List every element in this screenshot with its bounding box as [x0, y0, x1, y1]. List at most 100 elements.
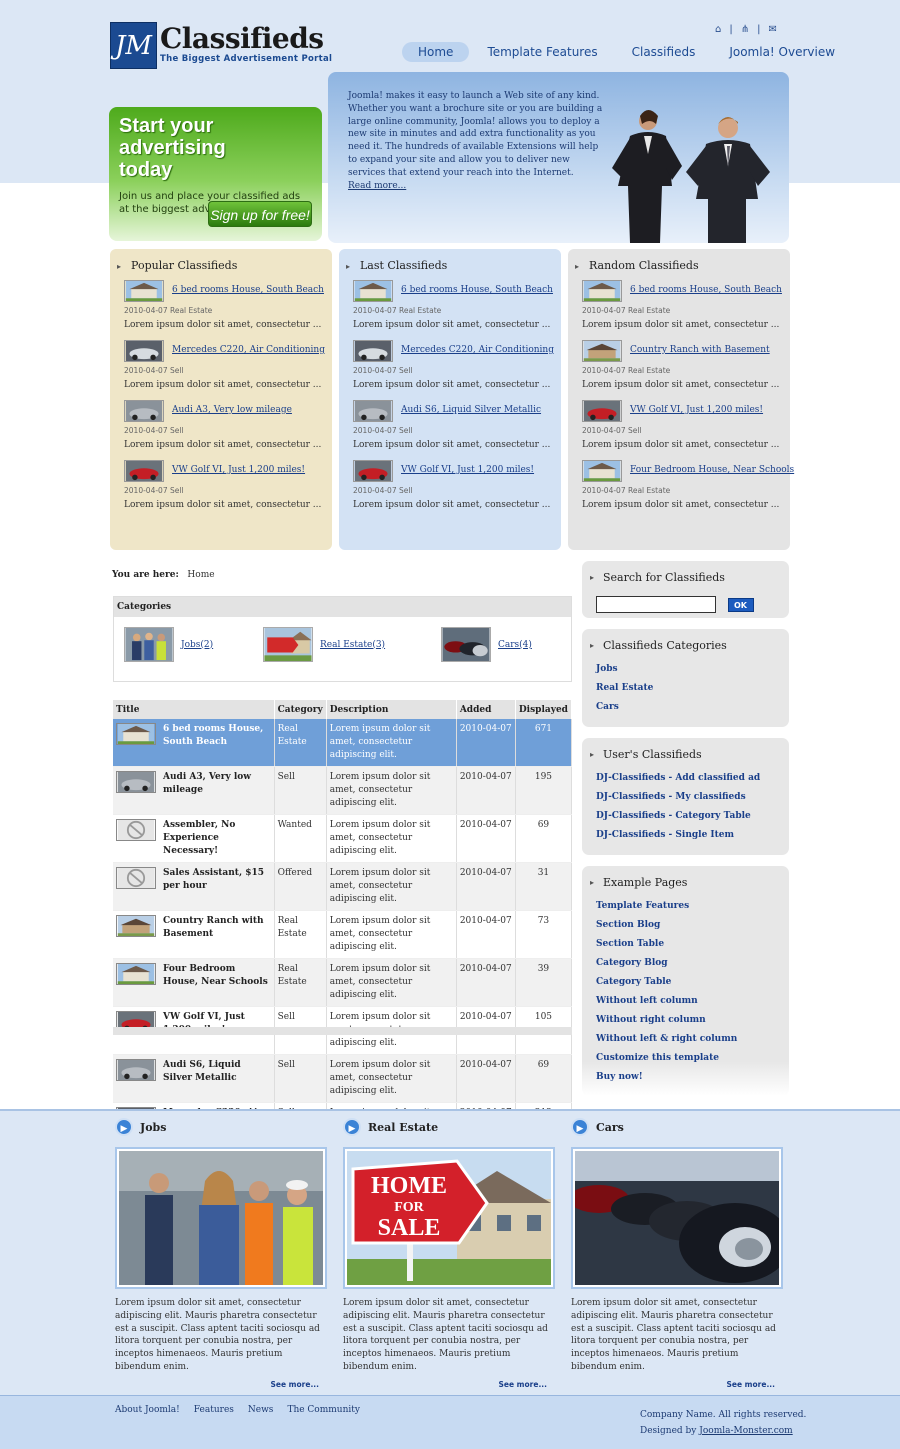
- read-more-link[interactable]: Read more...: [348, 181, 406, 191]
- real-estate-see-more-link[interactable]: See more...: [343, 1380, 555, 1389]
- row-category: Real Estate: [274, 958, 327, 1007]
- row-title[interactable]: Assembler, No Experience Necessary!: [163, 819, 271, 858]
- classified-item: Mercedes C220, Air Conditioning 2010-04-0…: [124, 340, 325, 400]
- sidebar-example-link[interactable]: Without right column: [596, 1015, 775, 1034]
- car-red-thumbnail[interactable]: [124, 460, 164, 482]
- category-real-estate[interactable]: Real Estate(3): [263, 627, 385, 662]
- category-jobs-link[interactable]: Jobs(2): [181, 640, 213, 650]
- car-grey-thumbnail[interactable]: [124, 400, 164, 422]
- col-category[interactable]: Category: [274, 700, 327, 719]
- nav-template-features[interactable]: Template Features: [471, 42, 613, 62]
- table-row[interactable]: Sales Assistant, $15 per hour Offered Lore…: [113, 862, 573, 911]
- none-thumbnail[interactable]: [116, 867, 156, 889]
- sidebar-example-link[interactable]: Section Blog: [596, 920, 775, 939]
- sidebar-user-link[interactable]: DJ-Classifieds - My classifieds: [596, 792, 775, 811]
- ranch-thumbnail[interactable]: [582, 340, 622, 362]
- home-icon[interactable]: ⌂: [715, 24, 721, 35]
- classified-link[interactable]: Audi S6, Liquid Silver Metallic: [401, 405, 541, 415]
- sidebar-example-link[interactable]: Buy now!: [596, 1072, 775, 1091]
- sidebar-user-link[interactable]: DJ-Classifieds - Category Table: [596, 811, 775, 830]
- table-row[interactable]: 6 bed rooms House, South Beach Real Estat…: [113, 719, 573, 767]
- classifieds-categories-heading: Classifieds Categories: [590, 639, 775, 652]
- category-cars-link[interactable]: Cars(4): [498, 640, 532, 650]
- col-description[interactable]: Description: [326, 700, 457, 719]
- table-row[interactable]: Audi S6, Liquid Silver Metallic Sell Lorem…: [113, 1054, 573, 1103]
- footer-link-features[interactable]: Features: [194, 1405, 234, 1415]
- sidebar-example-link[interactable]: Section Table: [596, 939, 775, 958]
- car-silver-thumbnail[interactable]: [124, 340, 164, 362]
- jobs-see-more-link[interactable]: See more...: [115, 1380, 327, 1389]
- sidebar-category-link[interactable]: Cars: [596, 702, 775, 721]
- search-input[interactable]: [596, 596, 716, 613]
- col-title[interactable]: Title: [113, 700, 275, 719]
- nav-classifieds[interactable]: Classifieds: [616, 42, 712, 62]
- car-red-thumbnail[interactable]: [353, 460, 393, 482]
- car-grey-thumbnail[interactable]: [116, 1059, 156, 1081]
- ranch-thumbnail[interactable]: [116, 915, 156, 937]
- none-thumbnail[interactable]: [116, 819, 156, 841]
- category-jobs[interactable]: Jobs(2): [124, 627, 213, 662]
- house-thumbnail[interactable]: [116, 723, 156, 745]
- classified-link[interactable]: VW Golf VI, Just 1,200 miles!: [630, 405, 763, 415]
- sidebar-category-link[interactable]: Real Estate: [596, 683, 775, 702]
- sidebar-example-link[interactable]: Template Features: [596, 901, 775, 920]
- col-added[interactable]: Added: [456, 700, 516, 719]
- designer-link[interactable]: Joomla-Monster.com: [699, 1426, 792, 1436]
- sidebar-example-link[interactable]: Customize this template: [596, 1053, 775, 1072]
- house-thumbnail[interactable]: [124, 280, 164, 302]
- classified-link[interactable]: 6 bed rooms House, South Beach: [401, 285, 553, 295]
- classified-link[interactable]: 6 bed rooms House, South Beach: [172, 285, 324, 295]
- house-thumbnail[interactable]: [582, 460, 622, 482]
- nav-joomla-overview[interactable]: Joomla! Overview: [713, 42, 851, 62]
- classified-link[interactable]: 6 bed rooms House, South Beach: [630, 285, 782, 295]
- sidebar-category-link[interactable]: Jobs: [596, 664, 775, 683]
- classified-link[interactable]: Mercedes C220, Air Conditioning: [401, 345, 554, 355]
- table-row[interactable]: Assembler, No Experience Necessary! Wante…: [113, 814, 573, 863]
- classified-desc: Lorem ipsum dolor sit amet, consectetur …: [353, 320, 551, 330]
- cars-see-more-link[interactable]: See more...: [571, 1380, 783, 1389]
- house-thumbnail[interactable]: [116, 963, 156, 985]
- table-row[interactable]: Audi A3, Very low mileage Sell Lorem ipsum…: [113, 766, 573, 815]
- classified-link[interactable]: Country Ranch with Basement: [630, 345, 770, 355]
- classified-item: VW Golf VI, Just 1,200 miles! 2010-04-07 …: [353, 460, 550, 520]
- classified-link[interactable]: VW Golf VI, Just 1,200 miles!: [401, 465, 534, 475]
- signup-button[interactable]: Sign up for free!: [208, 201, 312, 227]
- classified-link[interactable]: Audi A3, Very low mileage: [172, 405, 292, 415]
- table-row[interactable]: Country Ranch with Basement Real Estate Lo…: [113, 910, 573, 959]
- row-title[interactable]: Country Ranch with Basement: [163, 915, 271, 941]
- classified-link[interactable]: Mercedes C220, Air Conditioning: [172, 345, 325, 355]
- row-title[interactable]: Sales Assistant, $15 per hour: [163, 867, 271, 893]
- footer-link-about[interactable]: About Joomla!: [115, 1405, 180, 1415]
- footer-link-community[interactable]: The Community: [287, 1405, 360, 1415]
- footer-link-news[interactable]: News: [248, 1405, 274, 1415]
- promo-box: Start your advertising today Join us and…: [109, 107, 322, 241]
- sidebar-user-link[interactable]: DJ-Classifieds - Single Item: [596, 830, 775, 849]
- search-ok-button[interactable]: OK: [727, 597, 754, 612]
- row-title[interactable]: Audi S6, Liquid Silver Metallic: [163, 1059, 271, 1085]
- sidebar-example-link[interactable]: Without left & right column: [596, 1034, 775, 1053]
- classified-desc: Lorem ipsum dolor sit amet, consectetur …: [124, 380, 322, 390]
- classified-link[interactable]: VW Golf VI, Just 1,200 miles!: [172, 465, 305, 475]
- sidebar-example-link[interactable]: Category Blog: [596, 958, 775, 977]
- sitemap-icon[interactable]: ⋔: [741, 24, 749, 35]
- house-thumbnail[interactable]: [582, 280, 622, 302]
- table-row[interactable]: Four Bedroom House, Near Schools Real Est…: [113, 958, 573, 1007]
- sidebar-example-link[interactable]: Category Table: [596, 977, 775, 996]
- col-displayed[interactable]: Displayed: [515, 700, 573, 719]
- car-silver-thumbnail[interactable]: [353, 340, 393, 362]
- nav-home[interactable]: Home: [402, 42, 470, 62]
- car-grey-thumbnail[interactable]: [353, 400, 393, 422]
- sidebar-example-link[interactable]: Without left column: [596, 996, 775, 1015]
- row-title[interactable]: Four Bedroom House, Near Schools: [163, 963, 271, 989]
- sidebar-user-link[interactable]: DJ-Classifieds - Add classified ad: [596, 773, 775, 792]
- car-grey-thumbnail[interactable]: [116, 771, 156, 793]
- classified-link[interactable]: Four Bedroom House, Near Schools: [630, 465, 794, 475]
- row-title[interactable]: 6 bed rooms House, South Beach: [163, 723, 271, 749]
- site-logo[interactable]: JM Classifieds The Biggest Advertisement…: [110, 22, 332, 69]
- row-title[interactable]: Audi A3, Very low mileage: [163, 771, 271, 797]
- mail-icon[interactable]: ✉: [769, 24, 777, 35]
- house-thumbnail[interactable]: [353, 280, 393, 302]
- category-real-estate-link[interactable]: Real Estate(3): [320, 640, 385, 650]
- category-cars[interactable]: Cars(4): [441, 627, 532, 662]
- car-red-thumbnail[interactable]: [582, 400, 622, 422]
